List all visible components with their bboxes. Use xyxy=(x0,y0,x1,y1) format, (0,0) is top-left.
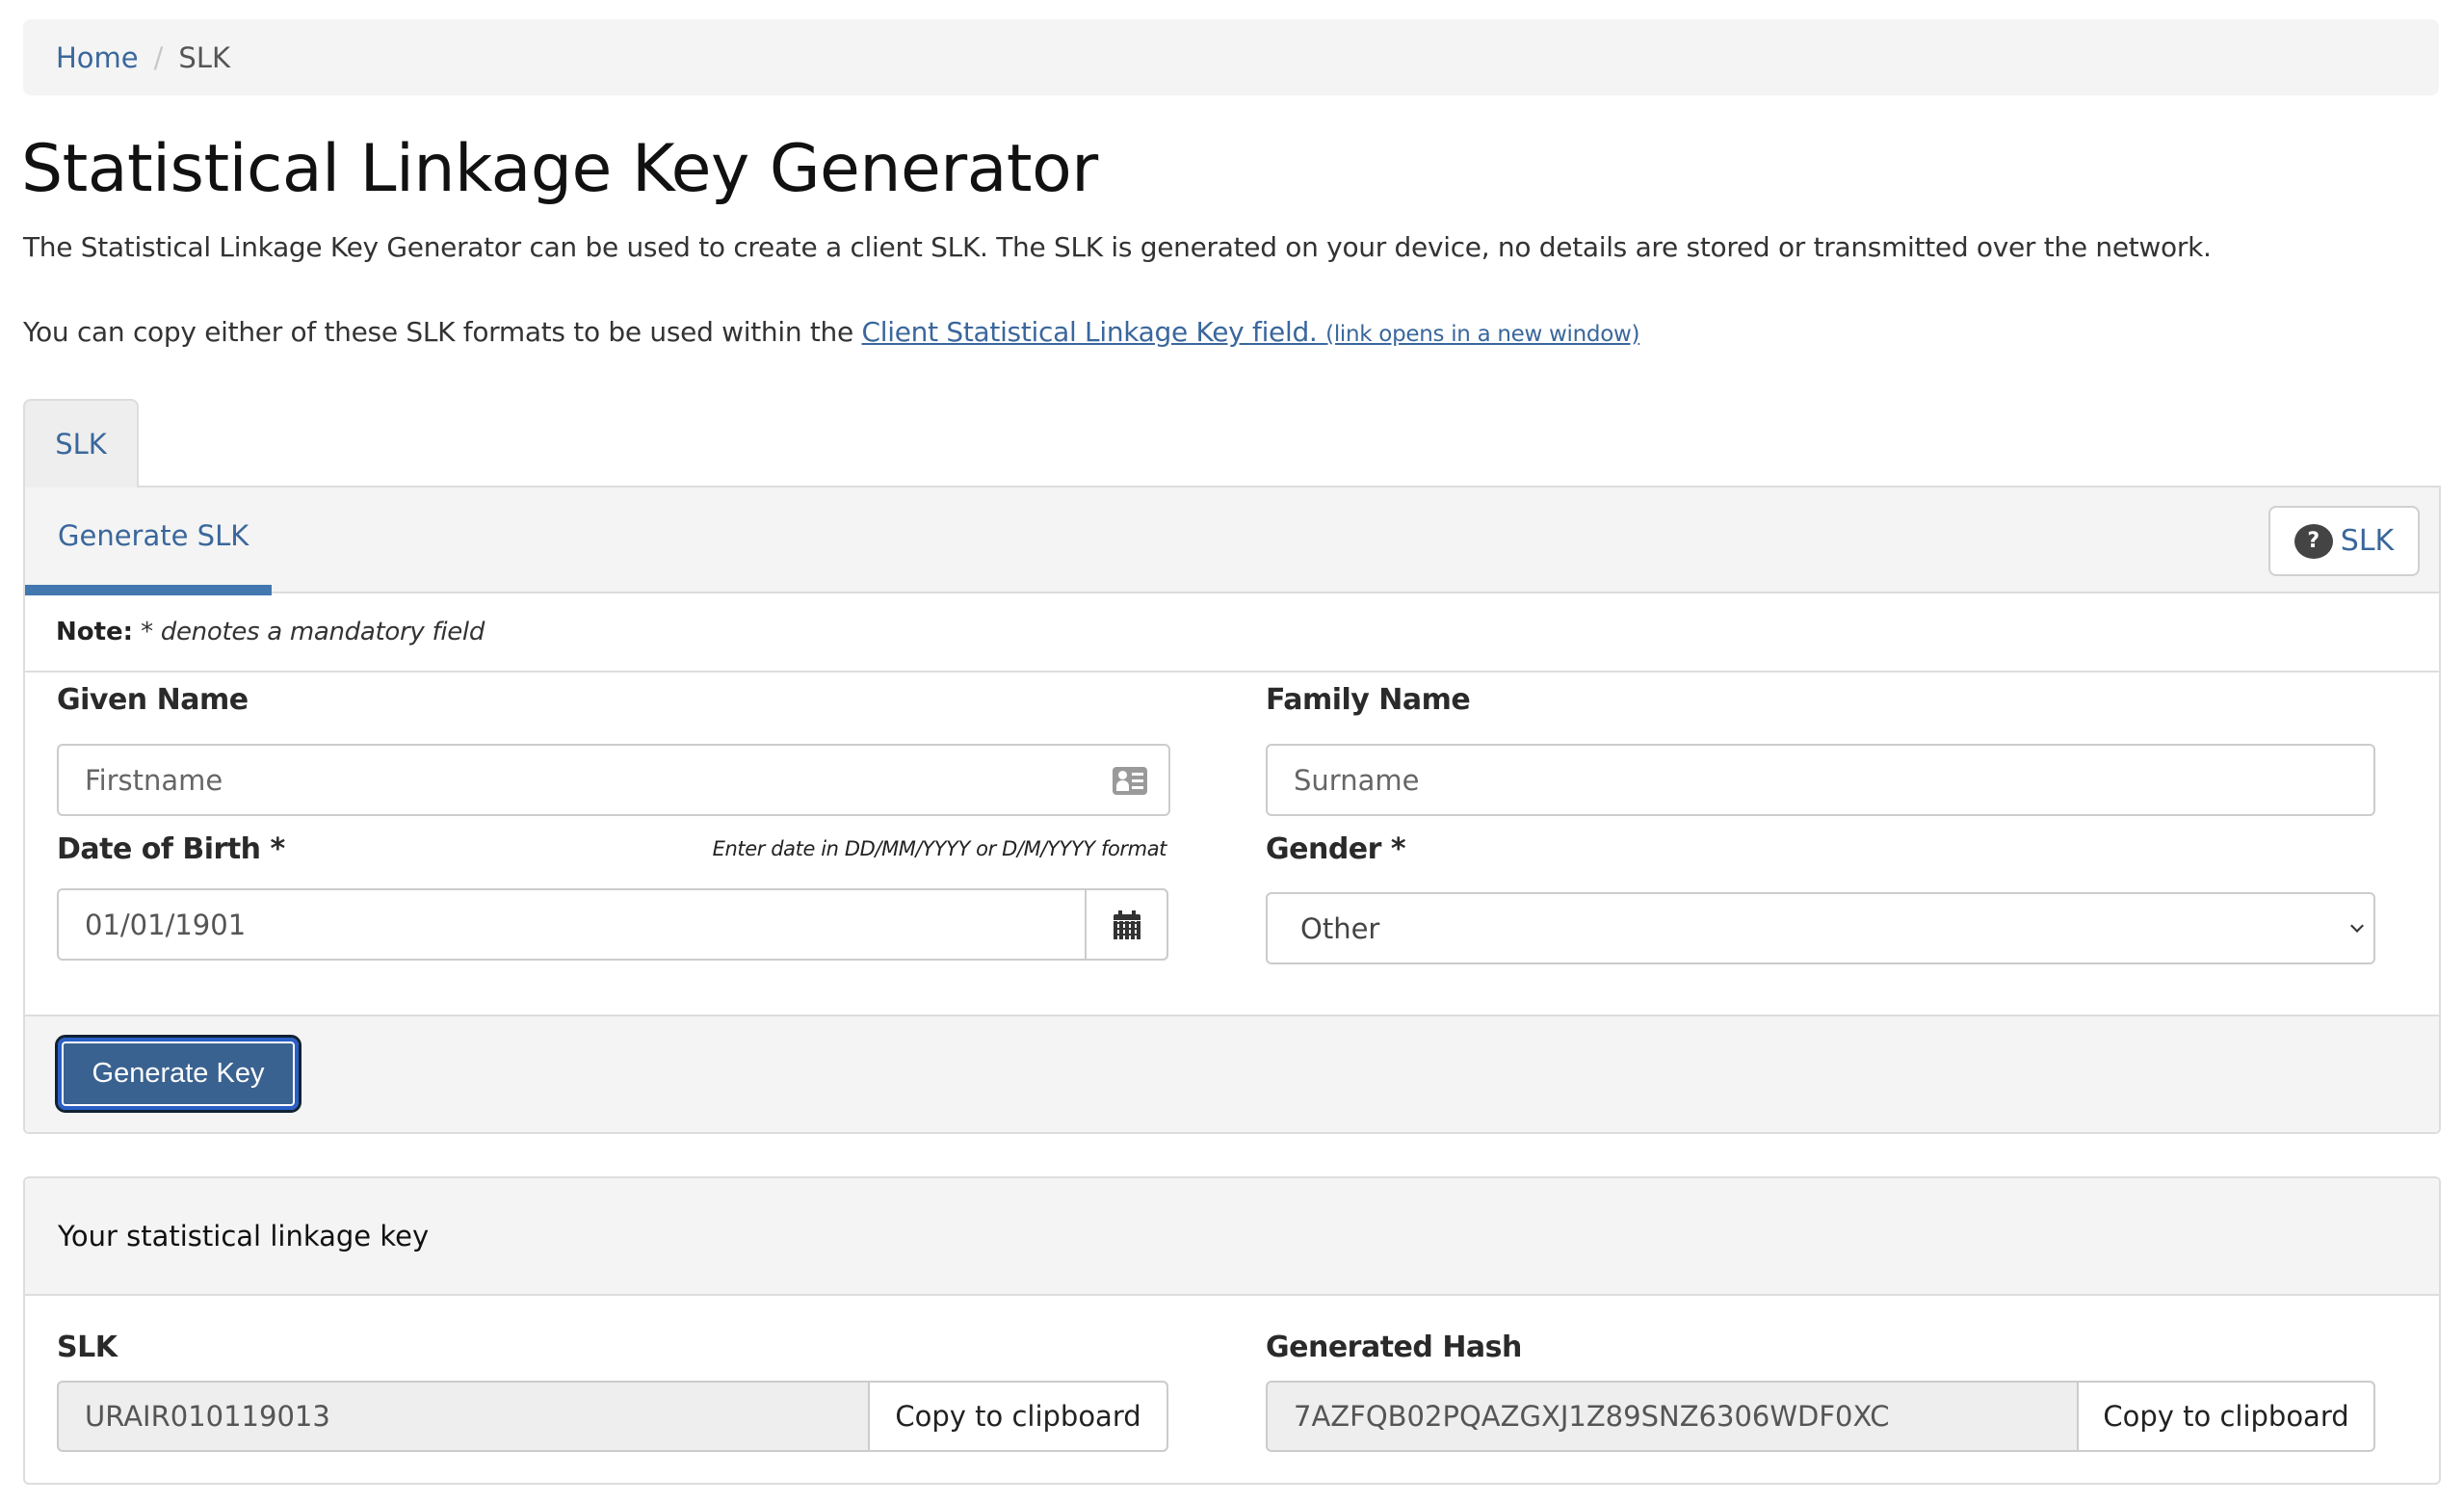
breadcrumb-current: SLK xyxy=(178,40,231,74)
breadcrumb: Home / SLK xyxy=(23,19,2439,95)
copy-hash-button[interactable]: Copy to clipboard xyxy=(2077,1383,2373,1450)
new-window-note: (link opens in a new window) xyxy=(1325,322,1640,347)
intro-text: The Statistical Linkage Key Generator ca… xyxy=(23,231,2212,263)
breadcrumb-home-link[interactable]: Home xyxy=(56,41,139,74)
slk-label: SLK xyxy=(57,1331,118,1364)
family-name-placeholder: Surname xyxy=(1294,763,1420,797)
tab-slk[interactable]: SLK xyxy=(23,399,139,488)
gender-select[interactable]: Other xyxy=(1266,892,2375,964)
family-name-label: Family Name xyxy=(1266,683,1471,717)
note-text: * denotes a mandatory field xyxy=(141,618,485,646)
copy-slk-button[interactable]: Copy to clipboard xyxy=(868,1383,1166,1450)
result-header: Your statistical linkage key xyxy=(25,1178,2439,1296)
panel-header: Generate SLK ? SLK xyxy=(25,488,2439,595)
page-title: Statistical Linkage Key Generator xyxy=(21,131,1098,207)
generated-hash-label: Generated Hash xyxy=(1266,1331,1522,1364)
given-name-placeholder: Firstname xyxy=(85,763,223,797)
calendar-button[interactable] xyxy=(1085,888,1168,961)
generate-key-button[interactable]: Generate Key xyxy=(55,1035,301,1113)
slk-output-group: URAIR010119013 Copy to clipboard xyxy=(57,1381,1168,1452)
slk-value[interactable]: URAIR010119013 xyxy=(59,1383,868,1450)
slk-help-button-label: SLK xyxy=(2340,524,2395,558)
calendar-icon xyxy=(1113,910,1140,939)
copy-instructions-prefix: You can copy either of these SLK formats… xyxy=(23,316,862,348)
client-slk-field-link-text: Client Statistical Linkage Key field. xyxy=(861,316,1318,348)
chevron-down-icon xyxy=(2350,919,2364,933)
result-panel: Your statistical linkage key SLK URAIR01… xyxy=(23,1176,2441,1485)
subtab-generate-slk[interactable]: Generate SLK xyxy=(25,488,272,595)
hash-value[interactable]: 7AZFQB02PQAZGXJ1Z89SNZ6306WDF0XC xyxy=(1268,1383,2077,1450)
family-name-input[interactable]: Surname xyxy=(1266,744,2375,816)
id-card-icon xyxy=(1113,767,1147,795)
mandatory-note: Note: * denotes a mandatory field xyxy=(25,593,2439,672)
copy-instructions: You can copy either of these SLK formats… xyxy=(23,316,1639,348)
dob-input[interactable]: 01/01/1901 xyxy=(57,888,1168,961)
slk-help-button[interactable]: ? SLK xyxy=(2268,506,2420,576)
gender-label: Gender * xyxy=(1266,832,1406,866)
gender-selected-value: Other xyxy=(1300,911,1380,945)
generate-slk-panel: Generate SLK ? SLK Note: * denotes a man… xyxy=(23,486,2441,1134)
dob-format-hint: Enter date in DD/MM/YYYY or D/M/YYYY for… xyxy=(712,837,1167,860)
panel-footer: Generate Key xyxy=(25,1015,2439,1132)
hash-output-group: 7AZFQB02PQAZGXJ1Z89SNZ6306WDF0XC Copy to… xyxy=(1266,1381,2375,1452)
given-name-label: Given Name xyxy=(57,683,249,717)
client-slk-field-link[interactable]: Client Statistical Linkage Key field. (l… xyxy=(862,316,1640,348)
dob-value: 01/01/1901 xyxy=(85,908,247,941)
question-circle-icon: ? xyxy=(2294,523,2333,559)
given-name-input[interactable]: Firstname xyxy=(57,744,1170,816)
dob-label: Date of Birth * xyxy=(57,832,285,866)
note-label: Note: xyxy=(56,618,134,646)
subtab-generate-slk-label: Generate SLK xyxy=(58,519,249,552)
breadcrumb-separator: / xyxy=(153,40,164,74)
